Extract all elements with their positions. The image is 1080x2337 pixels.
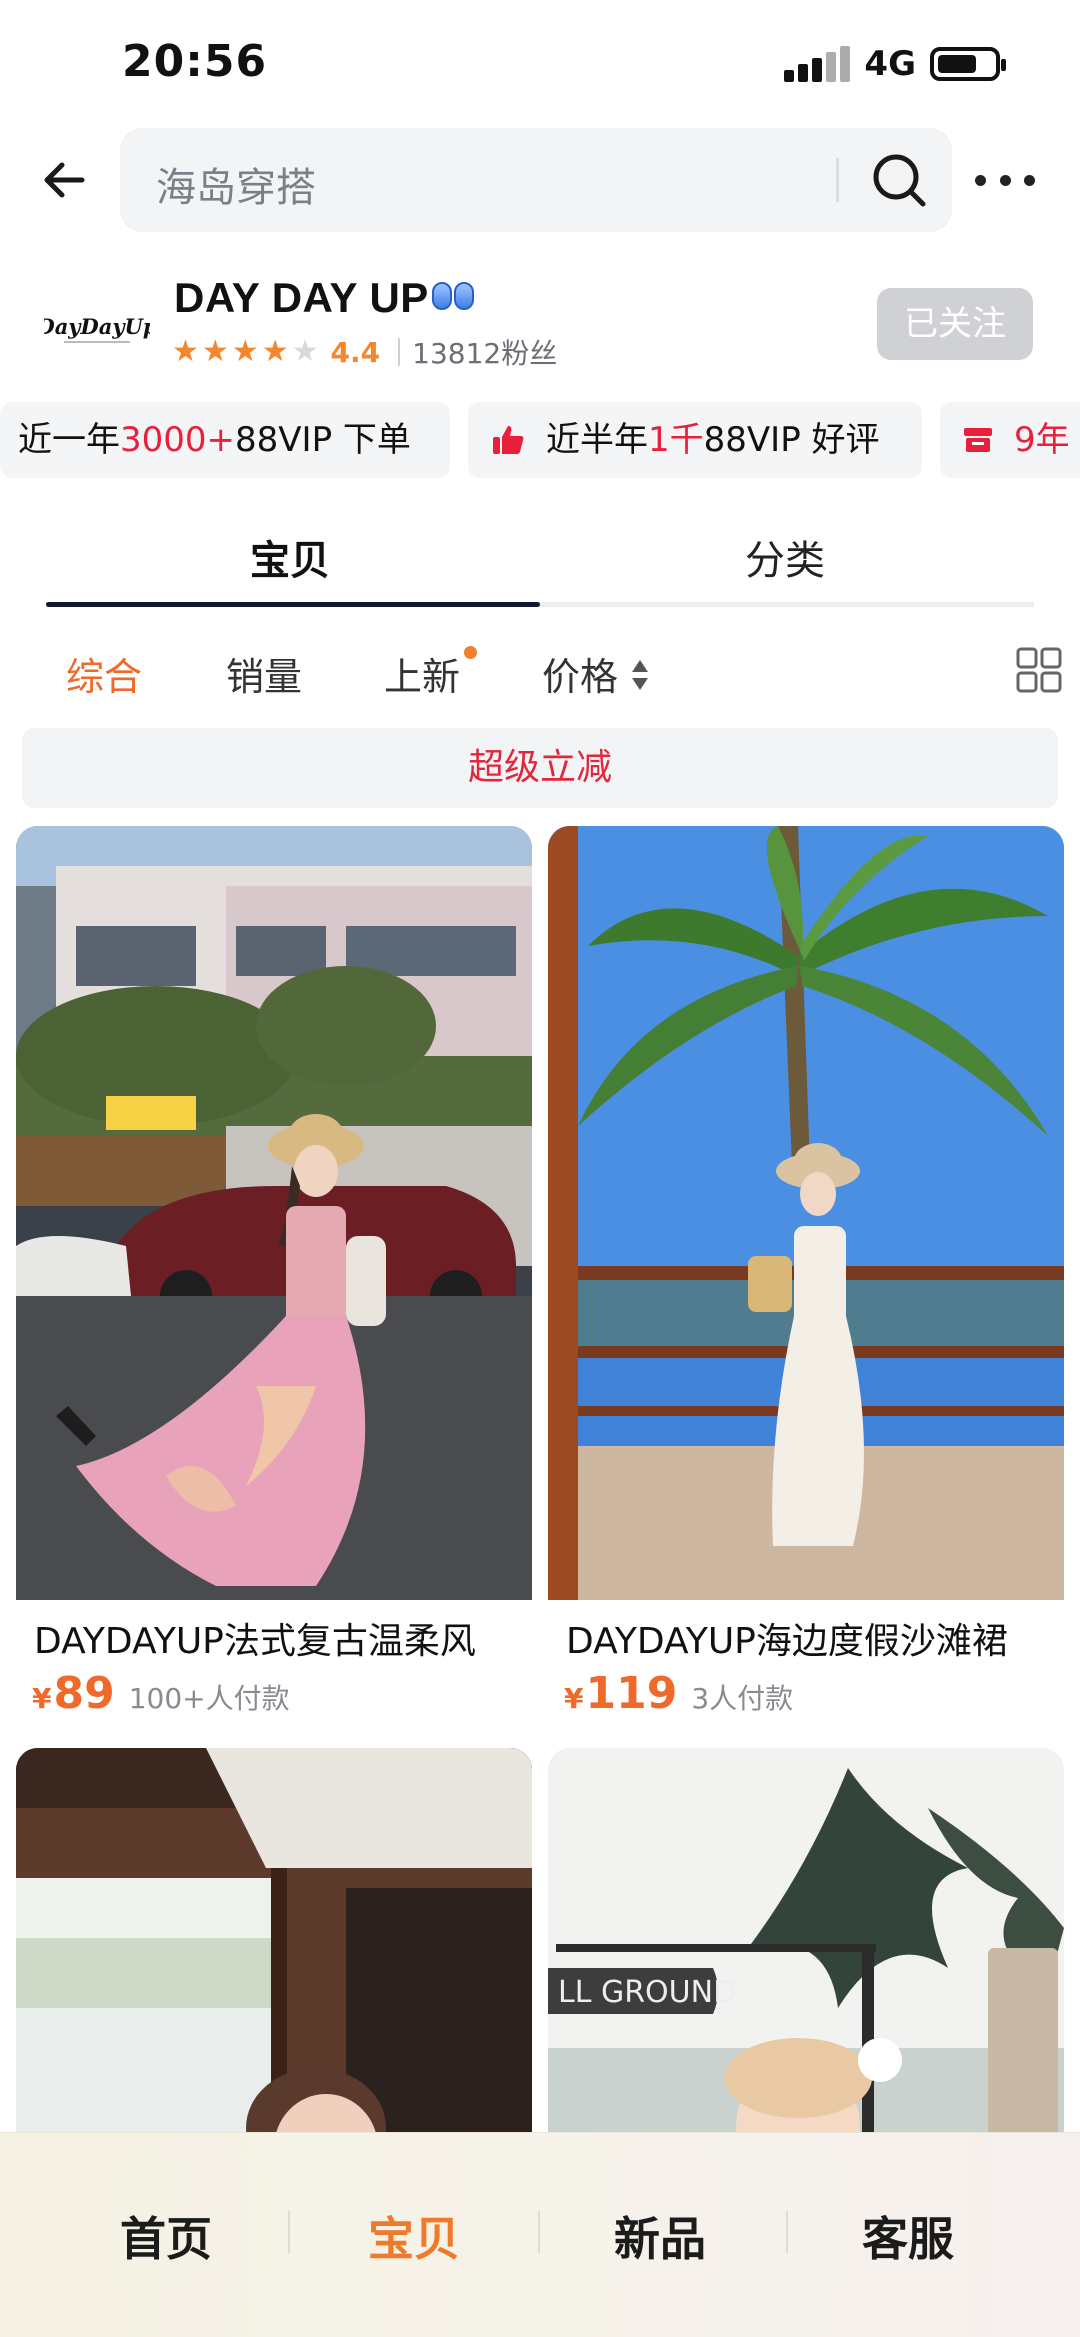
chip-text: 近半年 xyxy=(546,420,648,460)
product-image[interactable] xyxy=(16,1748,532,2148)
chip-highlight: 9年 xyxy=(1014,420,1070,460)
search-bar-row: 海岛穿搭 xyxy=(0,128,1080,232)
chip-reviews[interactable]: 近半年1千88VIP 好评 xyxy=(468,402,922,478)
search-icon[interactable] xyxy=(865,146,933,214)
sort-arrows-icon xyxy=(632,660,648,690)
shop-rating: ★ ★ ★ ★ ★ 4.4 13812粉丝 xyxy=(172,332,557,372)
shop-highlight-chips: 近一年3000+88VIP 下单 近半年1千88VIP 好评 9年 xyxy=(0,402,1080,480)
rating-stars: ★ ★ ★ ★ ★ xyxy=(172,337,319,367)
shop-name[interactable]: DAY DAY UP xyxy=(174,274,429,322)
sort-price[interactable]: 价格 xyxy=(542,646,618,701)
product-image[interactable]: LL GROUND xyxy=(548,1748,1064,2148)
svg-text:LL GROUND: LL GROUND xyxy=(558,1975,736,2010)
product-price-row: ¥ 89 100+人付款 xyxy=(32,1668,290,1719)
rating-score: 4.4 xyxy=(330,335,381,369)
product-sold-count: 100+人付款 xyxy=(128,1682,290,1715)
content-tabs: 宝贝 分类 xyxy=(0,518,1080,610)
bottom-navigation: 首页 宝贝 新品 客服 xyxy=(0,2132,1080,2337)
chip-years[interactable]: 9年 xyxy=(940,402,1080,478)
currency-symbol: ¥ xyxy=(32,1682,52,1715)
more-options-icon[interactable] xyxy=(975,158,1035,202)
chip-text: 88VIP 下单 xyxy=(235,420,411,460)
star-icon: ★ xyxy=(231,334,259,369)
fans-count: 13812粉丝 xyxy=(412,337,558,370)
nav-separator xyxy=(538,2211,540,2253)
promo-banner[interactable]: 超级立减 xyxy=(22,728,1058,808)
search-divider xyxy=(836,158,839,202)
shop-level-badge-icon xyxy=(432,282,474,310)
sort-bar: 综合 销量 上新 价格 xyxy=(0,640,1080,710)
sort-new[interactable]: 上新 xyxy=(384,646,460,701)
new-dot-indicator xyxy=(464,646,477,659)
star-icon: ★ xyxy=(261,334,289,369)
product-price: 89 xyxy=(53,1668,115,1719)
product-image[interactable] xyxy=(548,826,1064,1600)
product-image[interactable] xyxy=(16,826,532,1600)
chip-highlight: 3000+ xyxy=(120,420,236,460)
rating-divider xyxy=(398,338,401,366)
star-empty-icon: ★ xyxy=(291,334,319,369)
status-time: 20:56 xyxy=(122,36,268,87)
grid-view-icon[interactable] xyxy=(1015,646,1063,694)
chip-text: 近一年 xyxy=(18,420,120,460)
nav-separator xyxy=(288,2211,290,2253)
chip-orders[interactable]: 近一年3000+88VIP 下单 xyxy=(0,402,450,478)
shop-logo[interactable]: DayDayUp xyxy=(44,304,150,352)
sort-sales[interactable]: 销量 xyxy=(226,646,302,701)
nav-home[interactable]: 首页 xyxy=(120,2203,212,2269)
nav-separator xyxy=(786,2211,788,2253)
currency-symbol: ¥ xyxy=(564,1682,584,1715)
tab-categories[interactable]: 分类 xyxy=(745,528,825,586)
app-screen: 20:56 4G 海岛穿搭 DayDayUp DAY DAY xyxy=(0,0,1080,2337)
chip-text: 88VIP 好评 xyxy=(703,420,880,460)
signal-icon xyxy=(784,46,851,82)
product-title[interactable]: DAYDAYUP法式复古温柔风 xyxy=(34,1612,534,1664)
nav-items[interactable]: 宝贝 xyxy=(368,2203,460,2269)
status-indicators: 4G xyxy=(784,44,1006,84)
store-icon xyxy=(964,428,992,452)
chip-highlight: 1千 xyxy=(648,420,704,460)
star-icon: ★ xyxy=(172,334,199,369)
back-arrow-icon[interactable] xyxy=(38,150,98,210)
search-placeholder: 海岛穿搭 xyxy=(156,165,316,211)
nav-new-arrivals[interactable]: 新品 xyxy=(614,2203,706,2269)
tab-items[interactable]: 宝贝 xyxy=(250,528,330,586)
sort-comprehensive[interactable]: 综合 xyxy=(66,646,142,701)
product-sold-count: 3人付款 xyxy=(691,1682,794,1715)
tab-indicator-track xyxy=(46,602,1034,607)
star-icon: ★ xyxy=(201,334,229,369)
battery-icon xyxy=(930,47,1006,81)
product-price-row: ¥ 119 3人付款 xyxy=(564,1668,793,1719)
nav-customer-service[interactable]: 客服 xyxy=(862,2203,954,2269)
follow-button[interactable]: 已关注 xyxy=(877,288,1033,360)
tab-indicator xyxy=(46,602,540,607)
svg-text:DayDayUp: DayDayUp xyxy=(44,314,150,339)
thumbs-up-icon xyxy=(493,426,524,454)
product-card[interactable]: DAYDAYUP法式复古温柔风 ¥ 89 100+人付款 xyxy=(16,826,532,1726)
product-card[interactable] xyxy=(16,1748,532,2148)
network-type: 4G xyxy=(864,44,916,84)
product-title[interactable]: DAYDAYUP海边度假沙滩裙 xyxy=(566,1612,1066,1664)
shop-header: DayDayUp DAY DAY UP ★ ★ ★ ★ ★ 4.4 13812粉… xyxy=(0,262,1080,382)
status-bar: 20:56 4G xyxy=(0,0,1080,120)
search-input[interactable]: 海岛穿搭 xyxy=(120,128,952,232)
product-card[interactable]: DAYDAYUP海边度假沙滩裙 ¥ 119 3人付款 xyxy=(548,826,1064,1726)
product-price: 119 xyxy=(585,1668,678,1719)
product-card[interactable]: LL GROUND xyxy=(548,1748,1064,2148)
